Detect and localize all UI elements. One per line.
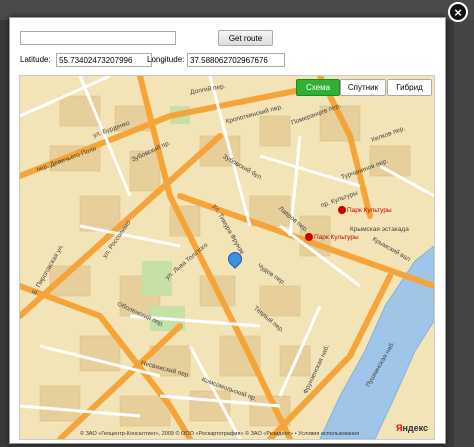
map-type-scheme[interactable]: Схема: [296, 79, 340, 96]
map-copyright: © ЗАО «Геоцентр-Консалтинг», 2009 © ООО …: [80, 431, 360, 437]
map-type-satellite[interactable]: Спутник: [340, 79, 386, 96]
longitude-field[interactable]: [187, 53, 285, 67]
map-type-hybrid[interactable]: Гибрид: [387, 79, 432, 96]
background-sidebar: [454, 20, 474, 447]
logo-text: ндекс: [402, 423, 428, 433]
latitude-field[interactable]: [56, 53, 152, 67]
map-view[interactable]: Схема Спутник Гибрид ул. Бурденко пер. Д…: [19, 75, 435, 440]
metro-label: Парк Культуры: [347, 207, 392, 214]
get-route-button[interactable]: Get route: [218, 30, 273, 46]
map-modal: Get route Latitude: Longitude:: [9, 17, 446, 444]
longitude-label: Longitude:: [147, 55, 185, 64]
route-input[interactable]: [20, 31, 176, 45]
latitude-label: Latitude:: [20, 55, 51, 64]
close-icon[interactable]: ×: [448, 2, 468, 22]
yandex-logo[interactable]: Яндекс: [396, 423, 428, 433]
street-label: Крымская эстакада: [350, 226, 409, 233]
metro-label: Парк Культуры: [314, 234, 359, 241]
